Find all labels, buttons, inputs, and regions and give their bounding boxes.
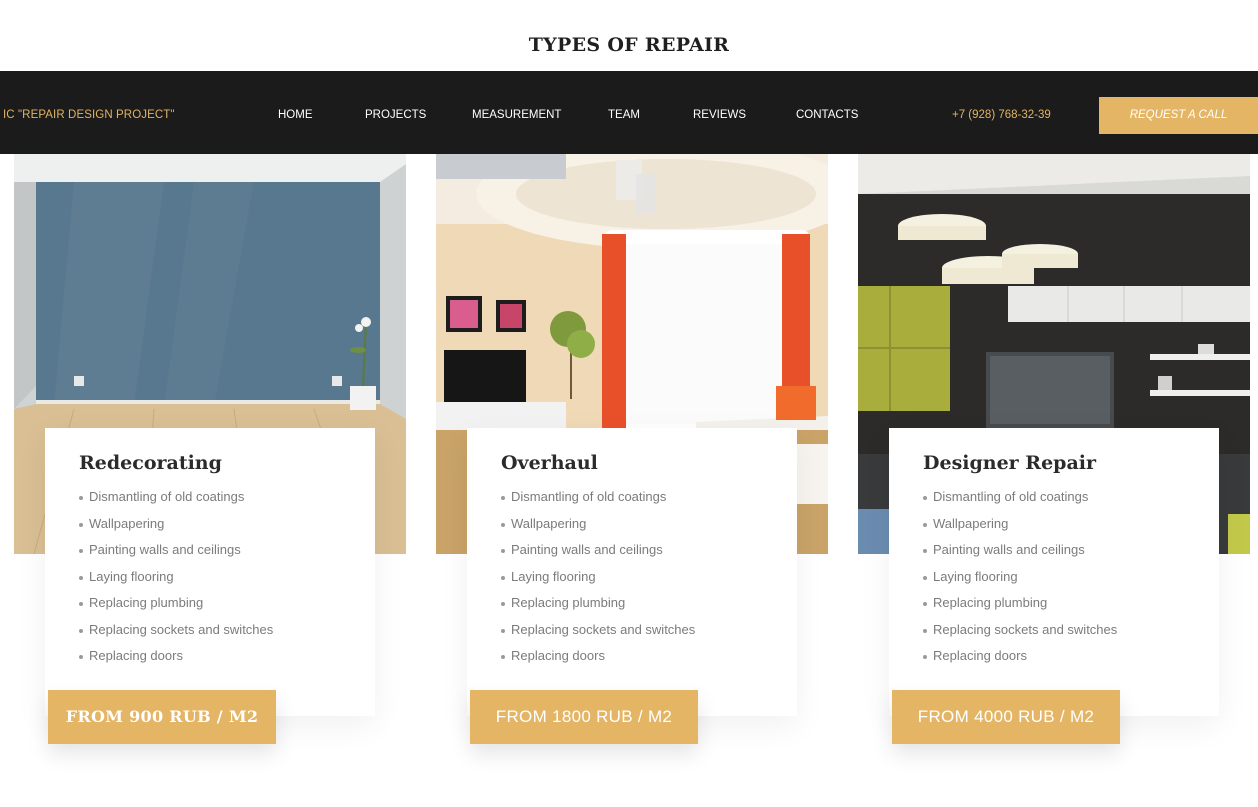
card-title: Designer Repair — [923, 452, 1096, 474]
feature-item: Replacing sockets and switches — [501, 622, 695, 649]
price-button[interactable]: FROM 900 RUB / M2 — [48, 690, 276, 744]
feature-list: Dismantling of old coatings Wallpapering… — [79, 489, 273, 675]
feature-item: Wallpapering — [501, 516, 695, 543]
feature-item: Wallpapering — [79, 516, 273, 543]
feature-item: Replacing plumbing — [501, 595, 695, 622]
card-panel: Redecorating Dismantling of old coatings… — [45, 428, 375, 716]
feature-item: Replacing plumbing — [79, 595, 273, 622]
repair-card-overhaul: Overhaul Dismantling of old coatings Wal… — [436, 154, 828, 754]
feature-item: Laying flooring — [923, 569, 1117, 596]
feature-item: Replacing sockets and switches — [79, 622, 273, 649]
request-call-button[interactable]: REQUEST A CALL — [1099, 97, 1258, 134]
card-panel: Designer Repair Dismantling of old coati… — [889, 428, 1219, 716]
feature-item: Painting walls and ceilings — [79, 542, 273, 569]
brand-logo-text[interactable]: IC "REPAIR DESIGN PROJECT" — [3, 109, 175, 121]
repair-card-designer: Designer Repair Dismantling of old coati… — [858, 154, 1250, 754]
nav-link-measurement[interactable]: MEASUREMENT — [472, 109, 561, 121]
nav-link-team[interactable]: TEAM — [608, 109, 640, 121]
nav-link-contacts[interactable]: CONTACTS — [796, 109, 858, 121]
feature-item: Painting walls and ceilings — [501, 542, 695, 569]
nav-link-projects[interactable]: PROJECTS — [365, 109, 426, 121]
card-panel: Overhaul Dismantling of old coatings Wal… — [467, 428, 797, 716]
section-title: TYPES OF REPAIR — [528, 34, 730, 56]
feature-item: Dismantling of old coatings — [501, 489, 695, 516]
feature-list: Dismantling of old coatings Wallpapering… — [923, 489, 1117, 675]
nav-link-home[interactable]: HOME — [278, 109, 313, 121]
feature-item: Laying flooring — [79, 569, 273, 596]
feature-item: Replacing doors — [923, 648, 1117, 675]
feature-item: Laying flooring — [501, 569, 695, 596]
feature-item: Dismantling of old coatings — [79, 489, 273, 516]
feature-item: Replacing sockets and switches — [923, 622, 1117, 649]
feature-item: Painting walls and ceilings — [923, 542, 1117, 569]
price-button[interactable]: FROM 1800 RUB / M2 — [470, 690, 698, 744]
feature-item: Dismantling of old coatings — [923, 489, 1117, 516]
price-button[interactable]: FROM 4000 RUB / M2 — [892, 690, 1120, 744]
nav-link-reviews[interactable]: REVIEWS — [693, 109, 746, 121]
feature-list: Dismantling of old coatings Wallpapering… — [501, 489, 695, 675]
feature-item: Replacing doors — [501, 648, 695, 675]
repair-card-redecorating: Redecorating Dismantling of old coatings… — [14, 154, 406, 754]
feature-item: Replacing doors — [79, 648, 273, 675]
navbar: IC "REPAIR DESIGN PROJECT" HOME PROJECTS… — [0, 71, 1258, 154]
phone-link[interactable]: +7 (928) 768-32-39 — [952, 109, 1051, 121]
card-title: Redecorating — [79, 452, 222, 474]
feature-item: Replacing plumbing — [923, 595, 1117, 622]
card-title: Overhaul — [501, 452, 598, 474]
feature-item: Wallpapering — [923, 516, 1117, 543]
